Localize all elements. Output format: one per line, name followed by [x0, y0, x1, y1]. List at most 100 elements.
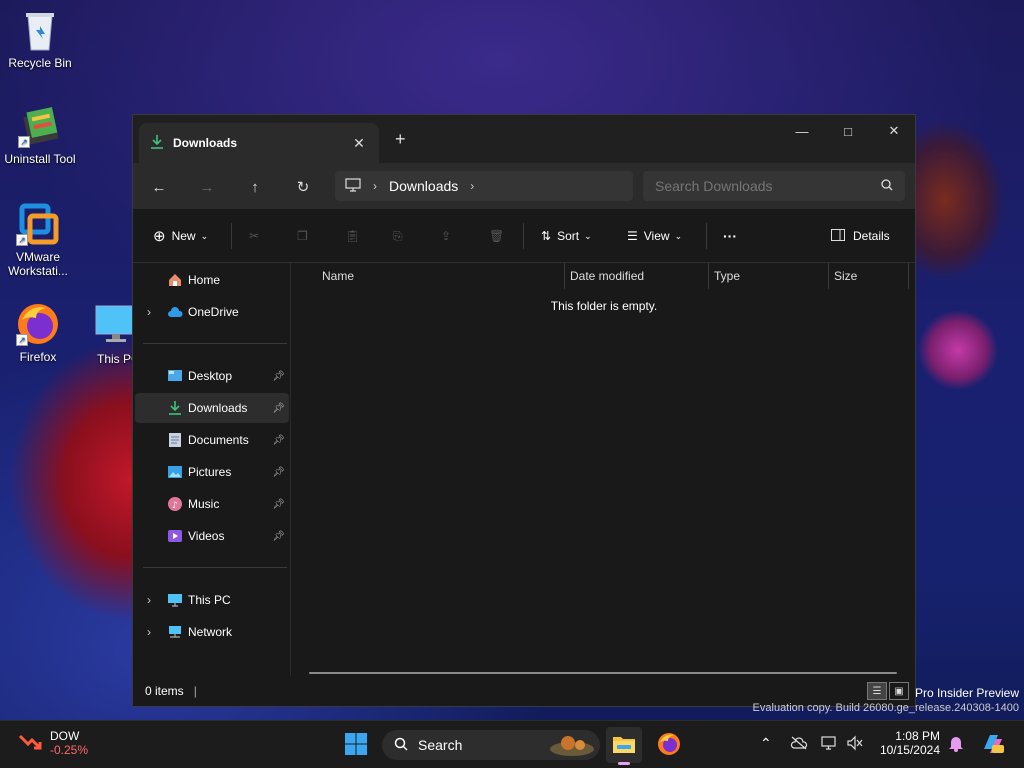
view-label: View: [643, 229, 670, 243]
forward-button[interactable]: →: [195, 175, 219, 199]
network-icon[interactable]: [820, 735, 838, 754]
sidebar-item-this-pc[interactable]: › This PC: [135, 585, 289, 615]
monitor-icon: [167, 592, 183, 608]
vmware-icon: ↗: [16, 202, 60, 246]
column-divider[interactable]: [708, 263, 709, 289]
minimize-button[interactable]: —: [779, 115, 825, 147]
pin-icon[interactable]: 📌︎: [272, 435, 285, 446]
command-divider: [523, 223, 524, 249]
large-icons-view-icon[interactable]: ▣: [889, 682, 909, 700]
search-icon[interactable]: [881, 178, 893, 194]
taskbar-search[interactable]: Search: [382, 730, 600, 760]
new-button[interactable]: ⊕ New ⌄: [153, 224, 208, 248]
column-header-name[interactable]: Name: [322, 263, 354, 289]
start-button[interactable]: [338, 727, 374, 763]
network-icon: [167, 624, 183, 640]
search-highlight-icon: [548, 733, 596, 760]
address-bar[interactable]: › Downloads ›: [335, 171, 633, 201]
shortcut-arrow-icon: ↗: [16, 234, 28, 246]
sort-button[interactable]: ⇅ Sort ⌄: [541, 224, 592, 248]
close-tab-icon[interactable]: ✕: [349, 135, 369, 152]
sidebar-item-home[interactable]: Home: [135, 265, 289, 295]
copilot-icon[interactable]: [980, 731, 1006, 760]
search-label: Search: [418, 737, 463, 753]
sidebar-item-downloads[interactable]: Downloads 📌︎: [135, 393, 289, 423]
pin-icon[interactable]: 📌︎: [272, 403, 285, 414]
desktop-icon-vmware[interactable]: ↗ VMware Workstati...: [0, 202, 78, 278]
clock[interactable]: 1:08 PM 10/15/2024: [872, 729, 940, 757]
sidebar-item-documents[interactable]: Documents 📌︎: [135, 425, 289, 455]
details-button[interactable]: Details: [831, 224, 890, 248]
search-box[interactable]: [643, 171, 905, 201]
navigation-bar: ← → ↑ ↻ › Downloads ›: [133, 163, 915, 209]
up-button[interactable]: ↑: [243, 175, 267, 199]
taskbar-file-explorer[interactable]: [606, 727, 642, 765]
search-icon: [394, 737, 408, 754]
rename-button[interactable]: ⎘: [393, 224, 403, 248]
chevron-right-icon[interactable]: ›: [147, 593, 151, 607]
chevron-right-icon[interactable]: ›: [147, 625, 151, 639]
delete-button[interactable]: 🗑︎: [489, 224, 504, 248]
pin-icon[interactable]: 📌︎: [272, 499, 285, 510]
horizontal-scrollbar[interactable]: [309, 672, 897, 674]
desktop-icon-label: Recycle Bin: [8, 56, 72, 70]
copy-button[interactable]: ❐: [297, 224, 308, 248]
pin-icon[interactable]: 📌︎: [272, 467, 285, 478]
command-divider: [231, 223, 232, 249]
column-divider[interactable]: [908, 263, 909, 289]
chevron-right-icon[interactable]: ›: [147, 305, 151, 319]
more-options-button[interactable]: ···: [723, 224, 737, 248]
volume-muted-icon[interactable]: [846, 735, 864, 754]
cut-button[interactable]: ✂: [249, 224, 259, 248]
stock-name: DOW: [50, 729, 80, 743]
sidebar-item-network[interactable]: › Network: [135, 617, 289, 647]
sidebar-item-onedrive[interactable]: › OneDrive: [135, 297, 289, 327]
share-button[interactable]: ⇪: [441, 224, 451, 248]
rename-icon: ⎘: [393, 228, 403, 243]
tab-downloads[interactable]: Downloads ✕: [139, 123, 379, 163]
close-button[interactable]: ✕: [871, 115, 917, 147]
desktop-icon-uninstall-tool[interactable]: ↗ Uninstall Tool: [0, 104, 80, 166]
sidebar-item-label: Downloads: [188, 401, 248, 415]
stocks-widget[interactable]: DOW -0.25%: [18, 729, 88, 757]
search-input[interactable]: [655, 178, 855, 194]
back-button[interactable]: ←: [147, 175, 171, 199]
active-indicator: [618, 762, 630, 765]
refresh-button[interactable]: ↻: [291, 175, 315, 199]
chevron-right-icon[interactable]: ›: [373, 179, 377, 193]
breadcrumb-downloads[interactable]: Downloads: [389, 178, 458, 194]
chevron-up-icon[interactable]: ⌃: [760, 735, 772, 752]
chevron-right-icon[interactable]: ›: [470, 179, 474, 193]
onedrive-offline-icon[interactable]: [790, 736, 808, 753]
cloud-icon: [167, 304, 183, 320]
new-tab-button[interactable]: +: [395, 129, 406, 150]
sidebar-item-videos[interactable]: Videos 📌︎: [135, 521, 289, 551]
sidebar-item-music[interactable]: ♪ Music 📌︎: [135, 489, 289, 519]
command-divider: [706, 223, 707, 249]
status-divider: |: [193, 684, 197, 698]
column-divider[interactable]: [564, 263, 565, 289]
view-button[interactable]: ☰ View ⌄: [627, 224, 682, 248]
column-header-date-modified[interactable]: Date modified: [570, 263, 644, 289]
plus-circle-icon: ⊕: [153, 228, 166, 245]
column-header-size[interactable]: Size: [834, 263, 857, 289]
sidebar-item-label: Pictures: [188, 465, 232, 479]
maximize-button[interactable]: □: [825, 115, 871, 147]
share-icon: ⇪: [441, 229, 452, 243]
command-bar: ⊕ New ⌄ ✂ ❐ 📋︎ ⎘ ⇪ 🗑︎ ⇅ Sort ⌄ ☰ View ⌄ …: [133, 209, 915, 263]
taskbar-firefox[interactable]: [651, 727, 687, 763]
sidebar-item-pictures[interactable]: Pictures 📌︎: [135, 457, 289, 487]
column-header-type[interactable]: Type: [714, 263, 740, 289]
paste-button[interactable]: 📋︎: [345, 224, 360, 248]
notification-bell-icon[interactable]: [948, 734, 964, 755]
desktop-icon-firefox[interactable]: ↗ Firefox: [0, 302, 78, 364]
navigation-pane: Home › OneDrive Desktop 📌︎ Downloads 📌︎ …: [133, 263, 291, 676]
column-divider[interactable]: [828, 263, 829, 289]
sidebar-item-desktop[interactable]: Desktop 📌︎: [135, 361, 289, 391]
shortcut-arrow-icon: ↗: [18, 136, 30, 148]
desktop-icon-recycle-bin[interactable]: Recycle Bin: [0, 8, 80, 70]
details-view-icon[interactable]: ☰: [867, 682, 887, 700]
pin-icon[interactable]: 📌︎: [272, 371, 285, 382]
pin-icon[interactable]: 📌︎: [272, 531, 285, 542]
chevron-down-icon: ⌄: [584, 230, 592, 241]
